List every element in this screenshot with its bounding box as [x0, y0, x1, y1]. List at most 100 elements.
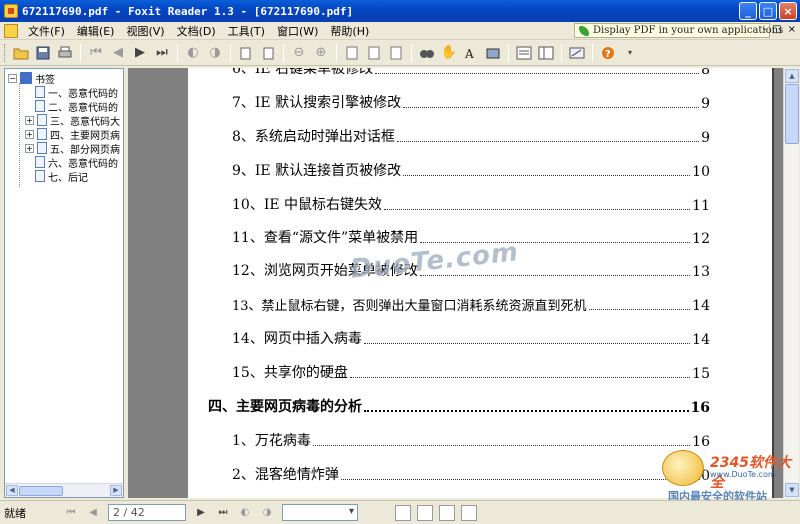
zoom-in-icon[interactable]: ⊕	[311, 43, 331, 63]
bookmark-item[interactable]: + 三、恶意代码大	[25, 113, 120, 128]
bookmark-item[interactable]: + 五、部分网页病	[25, 141, 120, 156]
next-page-icon[interactable]: ▶	[192, 504, 210, 522]
doc-minimize-button[interactable]: -	[763, 24, 767, 35]
scrollbar-thumb[interactable]	[785, 84, 799, 144]
first-page-icon[interactable]: ⏮	[86, 43, 106, 63]
minimize-button[interactable]: _	[739, 2, 757, 20]
document-vertical-scrollbar[interactable]: ▲ ▼	[783, 68, 799, 498]
single-page-view-icon[interactable]	[395, 504, 411, 521]
menu-tools[interactable]: 工具(T)	[222, 23, 271, 39]
toc-leader	[312, 445, 691, 446]
sidebar-horizontal-scrollbar[interactable]: ◀ ▶	[5, 483, 123, 497]
page-number-input[interactable]: 2 / 42	[108, 504, 186, 521]
toc-entry[interactable]: 7、IE 默认搜索引擎被修改 9	[188, 92, 772, 112]
last-page-icon[interactable]: ⏭	[214, 504, 232, 522]
continuous-icon[interactable]	[536, 43, 556, 63]
mascot-logo-icon	[662, 450, 704, 486]
doc-close-button[interactable]: ×	[788, 24, 796, 35]
save-icon[interactable]	[33, 43, 53, 63]
bookmark-item[interactable]: 一、恶意代码的	[35, 85, 118, 100]
menu-view[interactable]: 视图(V)	[120, 23, 170, 39]
single-page-icon[interactable]	[514, 43, 534, 63]
forward-icon[interactable]: ◑	[258, 504, 276, 522]
doc-restore-button[interactable]: □	[772, 24, 781, 35]
expand-icon[interactable]: +	[25, 129, 34, 139]
rotate-right-icon[interactable]	[258, 43, 278, 63]
help-icon[interactable]: ?	[598, 43, 618, 63]
comment-icon[interactable]	[567, 43, 587, 63]
facing-view-icon[interactable]	[439, 504, 455, 521]
toc-entry[interactable]: 14、网页中插入病毒 14	[188, 328, 772, 348]
continuous-facing-view-icon[interactable]	[461, 504, 477, 521]
toolbar-separator	[80, 43, 81, 62]
bookmark-root[interactable]: − 书签	[8, 71, 55, 86]
help-dropdown-icon[interactable]: ▾	[620, 43, 640, 63]
toc-leader	[375, 73, 700, 74]
toc-entry[interactable]: 10、IE 中鼠标右键失效 11	[188, 194, 772, 214]
hand-tool-icon[interactable]: ✋	[439, 43, 459, 63]
toc-entry[interactable]: 6、IE 右键菜单被修改 8	[188, 68, 772, 78]
bookmark-item[interactable]: 二、恶意代码的	[35, 99, 118, 114]
menu-file[interactable]: 文件(F)	[22, 23, 71, 39]
collapse-icon[interactable]: −	[8, 73, 17, 83]
snapshot-icon[interactable]	[483, 43, 503, 63]
toc-entry[interactable]: 8、系统启动时弹出对话框 9	[188, 126, 772, 146]
scrollbar-thumb[interactable]	[19, 486, 63, 496]
expand-icon[interactable]: +	[25, 143, 34, 153]
close-button[interactable]: ×	[779, 2, 797, 20]
toc-entry[interactable]: 15、共享你的硬盘 15	[188, 362, 772, 382]
document-menu-icon[interactable]	[4, 23, 18, 38]
toc-title: 6、IE 右键菜单被修改	[232, 68, 374, 77]
menu-help[interactable]: 帮助(H)	[324, 23, 375, 39]
scroll-right-icon[interactable]: ▶	[110, 485, 122, 496]
forward-icon[interactable]: ◑	[205, 43, 225, 63]
back-icon[interactable]: ◐	[183, 43, 203, 63]
fit-page-icon[interactable]	[364, 43, 384, 63]
menu-document[interactable]: 文档(D)	[171, 23, 222, 39]
scroll-up-icon[interactable]: ▲	[785, 69, 799, 83]
toc-page-number: 12	[692, 231, 710, 247]
toc-title: 13、禁止鼠标右键，否则弹出大量窗口消耗系统资源直到死机	[232, 299, 587, 314]
continuous-view-icon[interactable]	[417, 504, 433, 521]
toc-page-number: 8	[701, 68, 710, 78]
rotate-left-icon[interactable]	[236, 43, 256, 63]
zoom-out-icon[interactable]: ⊖	[289, 43, 309, 63]
toc-entry[interactable]: 9、IE 默认连接首页被修改 10	[188, 160, 772, 180]
next-page-icon[interactable]: ▶	[130, 43, 150, 63]
toc-page-number: 9	[701, 130, 710, 146]
status-bar: 就绪 ⏮ ◀ 2 / 42 ▶ ⏭ ◐ ◑	[0, 500, 800, 524]
toc-page-number: 11	[692, 198, 710, 214]
toc-section-heading[interactable]: 四、主要网页病毒的分析 16	[188, 396, 772, 416]
toc-entry[interactable]: 13、禁止鼠标右键，否则弹出大量窗口消耗系统资源直到死机 14	[188, 294, 772, 314]
scroll-left-icon[interactable]: ◀	[6, 485, 18, 496]
bookmark-label: 五、部分网页病	[50, 144, 120, 156]
maximize-button[interactable]: □	[759, 2, 777, 20]
find-icon[interactable]	[417, 43, 437, 63]
prev-page-icon[interactable]: ◀	[84, 504, 102, 522]
first-page-icon[interactable]: ⏮	[62, 504, 80, 522]
back-icon[interactable]: ◐	[236, 504, 254, 522]
toc-title: 7、IE 默认搜索引擎被修改	[232, 95, 402, 111]
toolbar-grip[interactable]	[4, 43, 7, 62]
actual-size-icon[interactable]	[342, 43, 362, 63]
foxit-app-icon[interactable]	[4, 4, 18, 18]
document-view[interactable]: 6、IE 右键菜单被修改 8 7、IE 默认搜索引擎被修改 9 8、系统启动时弹…	[128, 68, 783, 498]
print-icon[interactable]	[55, 43, 75, 63]
prev-page-icon[interactable]: ◀	[108, 43, 128, 63]
menu-window[interactable]: 窗口(W)	[271, 23, 324, 39]
bookmark-item[interactable]: 六、恶意代码的	[35, 155, 118, 170]
expand-icon[interactable]: +	[25, 115, 34, 125]
promo-text: Display PDF in your own applications	[593, 25, 784, 36]
logo-url-text: www.DuoTe.com	[710, 470, 776, 479]
open-icon[interactable]	[11, 43, 31, 63]
last-page-icon[interactable]: ⏭	[152, 43, 172, 63]
bookmark-item[interactable]: + 四、主要网页病	[25, 127, 120, 142]
toc-page-number: 10	[692, 164, 710, 180]
promo-banner[interactable]: Display PDF in your own applications	[574, 23, 783, 38]
menu-edit[interactable]: 编辑(E)	[71, 23, 121, 39]
bookmark-item[interactable]: 七、后记	[35, 169, 88, 184]
fit-width-icon[interactable]	[386, 43, 406, 63]
zoom-select[interactable]	[282, 504, 358, 521]
text-select-icon[interactable]: A	[461, 43, 481, 63]
pdf-page[interactable]: 6、IE 右键菜单被修改 8 7、IE 默认搜索引擎被修改 9 8、系统启动时弹…	[188, 68, 772, 498]
